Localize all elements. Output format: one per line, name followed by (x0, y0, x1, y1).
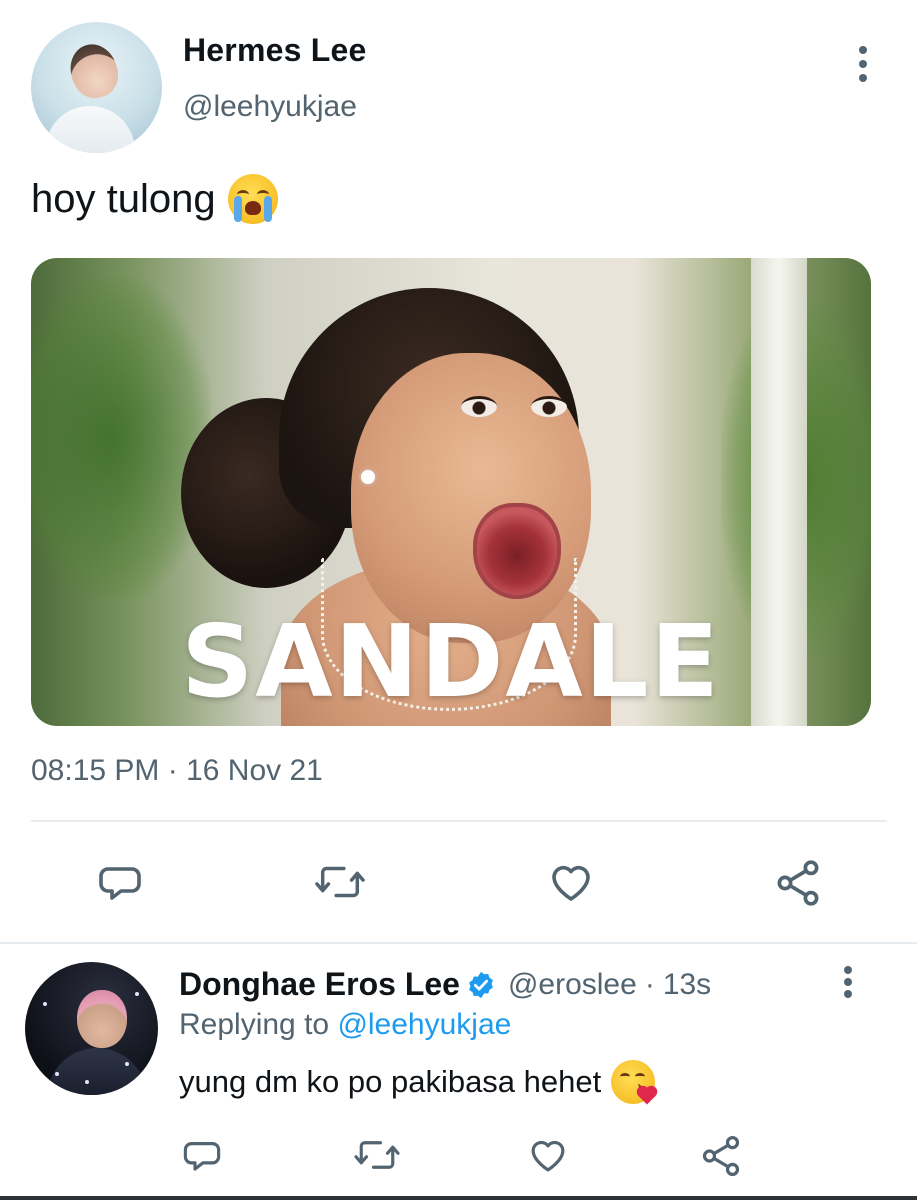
verified-badge-icon (469, 971, 493, 998)
tweet-text: hoy tulong (31, 174, 278, 224)
reply-header: Donghae Eros Lee @eroslee · 13s (179, 966, 711, 1003)
replying-to-line: Replying to @leehyukjae (179, 1008, 511, 1042)
more-dot (859, 60, 867, 68)
like-icon (552, 865, 590, 901)
share-icon (777, 860, 819, 906)
divider (0, 942, 917, 944)
more-vertical-icon (844, 966, 852, 974)
more-dot (859, 74, 867, 82)
reply-more-options-button[interactable] (836, 966, 860, 1006)
separator: · (644, 967, 655, 1001)
avatar-shoulders (45, 106, 135, 153)
retweet-button[interactable] (312, 856, 368, 908)
reply-author-handle[interactable]: @eroslee (508, 968, 637, 1002)
more-options-button[interactable] (851, 46, 875, 86)
replying-to-prefix: Replying to (179, 1008, 330, 1041)
reply-like-button[interactable] (524, 1132, 572, 1178)
reply-retweet-button[interactable] (352, 1132, 402, 1178)
reply-time[interactable]: 13s (663, 968, 711, 1002)
reply-text-content: yung dm ko po pakibasa hehet (179, 1064, 602, 1099)
avatar[interactable] (31, 22, 162, 153)
more-vertical-icon (859, 46, 867, 54)
main-tweet: Hermes Lee @leehyukjae hoy tulong SANDAL… (0, 0, 917, 944)
more-dot (844, 978, 852, 986)
replying-to-mention[interactable]: @leehyukjae (337, 1008, 511, 1041)
like-icon (531, 1140, 565, 1172)
author-name[interactable]: Hermes Lee (183, 32, 366, 69)
reply-share-button[interactable] (696, 1132, 746, 1180)
share-button[interactable] (770, 856, 826, 910)
author-handle[interactable]: @leehyukjae (183, 90, 357, 124)
reply-icon (183, 1142, 221, 1171)
tweet-media-image[interactable]: SANDALE (31, 258, 871, 726)
more-dot (844, 990, 852, 998)
media-caption: SANDALE (181, 603, 721, 720)
reply-author-name[interactable]: Donghae Eros Lee (179, 966, 460, 1003)
retweet-icon (354, 1141, 400, 1169)
reply-button[interactable] (94, 856, 146, 908)
avatar-head (63, 38, 125, 104)
divider (31, 820, 887, 822)
bottom-edge (0, 1196, 917, 1200)
retweet-icon (315, 866, 365, 898)
share-icon (702, 1135, 740, 1177)
reply-text: yung dm ko po pakibasa hehet (179, 1060, 656, 1105)
face-blowing-a-kiss-icon (611, 1060, 656, 1105)
reply-avatar[interactable] (25, 962, 158, 1095)
tweet-text-content: hoy tulong (31, 176, 216, 221)
tweet-timestamp[interactable]: 08:15 PM · 16 Nov 21 (31, 754, 323, 788)
reply-icon (99, 867, 141, 900)
loudly-crying-face-icon (227, 174, 278, 224)
reply-reply-button[interactable] (178, 1132, 226, 1178)
like-button[interactable] (543, 856, 599, 908)
